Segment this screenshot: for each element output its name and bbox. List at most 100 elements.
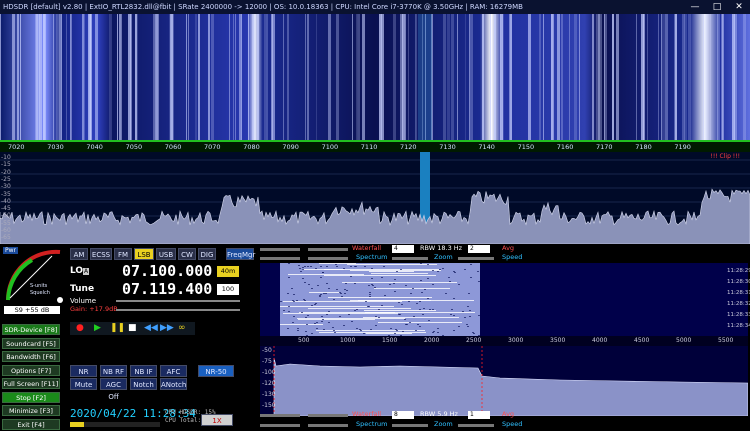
function-button[interactable]: Soundcard [F5] — [2, 337, 60, 349]
wf-contrast-slider[interactable] — [260, 248, 300, 251]
mode-button-dig[interactable]: DIG — [198, 248, 216, 260]
zoom-slider-top[interactable] — [392, 257, 428, 260]
wf-brightness-slider[interactable] — [308, 248, 348, 251]
waterfall-timestamp: 11:28:30 — [727, 279, 750, 285]
lo-frequency[interactable]: 07.100.000 — [122, 262, 212, 280]
rbw-top: RBW 18.3 Hz — [420, 244, 463, 252]
volume-slider[interactable] — [116, 300, 240, 302]
spectrum-trace — [0, 188, 750, 244]
function-button[interactable]: Stop [F2] — [2, 391, 60, 403]
function-button[interactable]: Full Screen [F11] — [2, 378, 60, 389]
one-x-button[interactable]: 1X — [201, 414, 233, 426]
pause-icon[interactable]: ❚❚ — [110, 323, 125, 333]
tune-frequency[interactable]: 07.119.400 — [122, 280, 212, 298]
dsp-button-mute[interactable]: Mute — [70, 378, 97, 390]
audio-waterfall[interactable] — [260, 263, 748, 336]
audio-panel: Waterfall 4 RBW 18.3 Hz 2 Avg Spectrum Z… — [258, 244, 750, 431]
sp-contrast-slider[interactable] — [260, 257, 300, 260]
db-tick-label: -60 — [1, 227, 11, 234]
lo-label: LO — [70, 266, 84, 276]
waterfall-label-top: Waterfall — [352, 244, 382, 252]
record-icon[interactable]: ● — [76, 323, 84, 333]
db-tick-label: -40 — [1, 197, 11, 205]
audio-display-controls-bottom-2: Spectrum Zoom Speed — [258, 420, 750, 429]
maximize-window-icon[interactable]: □ — [706, 0, 728, 14]
bottom-setting-2[interactable]: 1 — [468, 411, 490, 419]
sp2-brightness-slider[interactable] — [308, 424, 348, 427]
audio-frequency-axis[interactable]: 500 1000 1500 2000 2500 3000 3500 4000 4500 5000 5… — [260, 336, 748, 346]
freq-manager-button[interactable]: FreqMgr — [226, 248, 255, 260]
function-button[interactable]: Exit [F4] — [2, 418, 60, 430]
mode-button-cw[interactable]: CW — [178, 248, 196, 260]
function-button[interactable]: Bandwidth [F6] — [2, 351, 60, 362]
audio-db-tick-label: -75 — [262, 358, 272, 365]
freq-tick-label: 7080 — [243, 143, 260, 151]
lo-vfo-badge[interactable]: A — [83, 268, 90, 275]
speed-slider-bottom[interactable] — [458, 424, 494, 427]
waterfall-timestamp: 11:28:32 — [727, 301, 750, 307]
mode-button-ecss[interactable]: ECSS — [90, 248, 112, 260]
main-waterfall[interactable] — [0, 14, 750, 140]
tune-step-selector[interactable]: 100 Hz — [217, 284, 239, 303]
control-panel: Pwr S-units Squelch S9 +55 dB AM ECSS FM LS… — [0, 246, 256, 431]
dsp-button-anotch[interactable]: ANotch — [160, 378, 187, 390]
audio-freq-tick-label: 1000 — [340, 337, 356, 344]
dsp-button-agc-off[interactable]: AGC Off — [100, 378, 127, 401]
rewind-icon[interactable]: ◀◀ — [144, 323, 158, 333]
nr-level-button[interactable]: NR-50 — [198, 365, 234, 377]
mode-button-am[interactable]: AM — [70, 248, 88, 260]
zoom-slider-bottom[interactable] — [392, 424, 428, 427]
spectrum-label-top: Spectrum — [356, 253, 388, 261]
minimize-window-icon[interactable]: — — [684, 0, 706, 14]
dsp-button-afc[interactable]: AFC — [160, 365, 187, 377]
squelch-knob[interactable] — [57, 297, 63, 303]
speed-slider-top[interactable] — [458, 257, 494, 260]
bottom-setting-1[interactable]: 8 — [392, 411, 414, 419]
dsp-button-nb-if[interactable]: NB IF — [130, 365, 157, 377]
zoom-label-top: Zoom — [434, 253, 453, 261]
recorder-controls: ● ▶ ❚❚ ■ ◀◀ ▶▶ ∞ — [70, 322, 195, 335]
zoom-label-bottom: Zoom — [434, 420, 453, 428]
mode-button-lsb[interactable]: LSB — [134, 248, 154, 260]
s-meter: Pwr S-units Squelch S9 +55 dB — [2, 246, 64, 324]
waterfall-canvas — [0, 14, 750, 140]
audio-display-controls-top-2: Spectrum Zoom Speed — [258, 253, 750, 262]
waterfall-timestamp: 11:28:34 — [727, 323, 750, 329]
mode-button-fm[interactable]: FM — [114, 248, 132, 260]
main-spectrum[interactable]: -10 -15 -20 -25 -30 -35 -40 -45 -50 -55 -60 -65 !!!… — [0, 152, 750, 244]
wf2-brightness-slider[interactable] — [308, 414, 348, 417]
function-button[interactable]: SDR-Device [F8] — [2, 324, 60, 335]
waterfall-timestamp: 11:28:33 — [727, 312, 750, 318]
stop-icon[interactable]: ■ — [128, 323, 137, 333]
band-selector[interactable]: 40m — [217, 266, 239, 277]
close-window-icon[interactable]: ✕ — [728, 0, 750, 14]
play-icon[interactable]: ▶ — [94, 323, 101, 333]
forward-icon[interactable]: ▶▶ — [160, 323, 174, 333]
loop-icon[interactable]: ∞ — [178, 323, 186, 333]
squelch-label: Squelch — [30, 290, 50, 296]
sp2-contrast-slider[interactable] — [260, 424, 300, 427]
dsp-button-nb-rf[interactable]: NB RF — [100, 365, 127, 377]
audio-spectrum[interactable]: -50 -75 -100 -120 -130 -150 — [260, 346, 749, 417]
avg-label-top: Avg — [502, 244, 515, 252]
function-button[interactable]: Options [F7] — [2, 364, 60, 376]
gain-slider[interactable] — [116, 309, 240, 311]
audio-freq-tick-label: 2000 — [424, 337, 440, 344]
mode-button-usb[interactable]: USB — [156, 248, 176, 260]
wf2-contrast-slider[interactable] — [260, 414, 300, 417]
freq-tick-label: 7160 — [556, 143, 574, 151]
freq-tick-label: 7130 — [439, 143, 456, 151]
freq-tick-label: 7050 — [125, 143, 143, 151]
db-tick-label: -25 — [1, 175, 11, 183]
audio-db-tick-label: -130 — [262, 391, 276, 398]
frequency-axis[interactable]: 7020 7030 7040 7050 7060 7070 7080 7090 7100 7110… — [0, 140, 750, 152]
top-setting-1[interactable]: 4 — [392, 245, 414, 253]
sp-brightness-slider[interactable] — [308, 257, 348, 260]
dsp-button-notch[interactable]: Notch — [130, 378, 157, 390]
waterfall-timestamp: 11:28:31 — [727, 290, 750, 296]
function-button[interactable]: Minimize [F3] — [2, 405, 60, 416]
spectrum-label-bottom: Spectrum — [356, 420, 388, 428]
db-tick-label: -10 — [1, 154, 11, 161]
top-setting-2[interactable]: 2 — [468, 245, 490, 253]
dsp-button-nr[interactable]: NR — [70, 365, 97, 377]
